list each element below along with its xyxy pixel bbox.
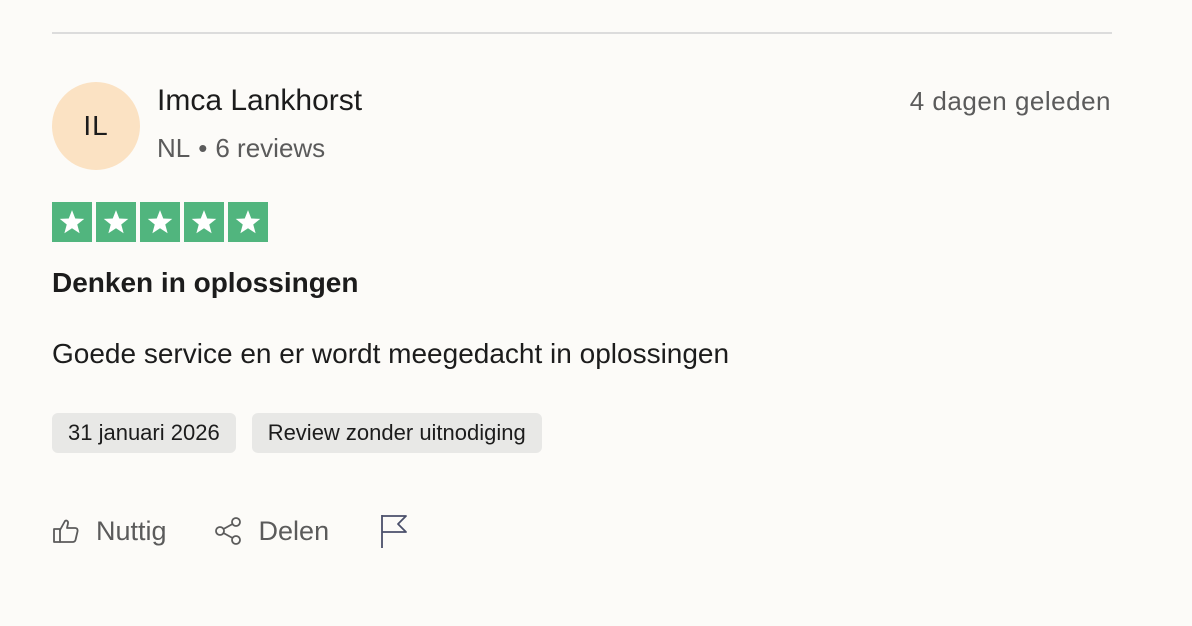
helpful-label: Nuttig [96,515,167,546]
star-icon [103,210,129,234]
review-date-tag: 31 januari 2026 [52,413,236,453]
avatar-initials: IL [83,110,109,141]
helpful-button[interactable]: Nuttig [52,516,167,547]
review-source-tag: Review zonder uitnodiging [251,413,542,453]
avatar[interactable]: IL [52,82,140,170]
star-4 [184,202,224,242]
star-icon [191,210,217,234]
review-actions: Nuttig Delen [52,513,425,549]
star-5 [228,202,268,242]
star-1 [52,202,92,242]
share-label: Delen [258,515,330,546]
review-tags: 31 januari 2026 Review zonder uitnodigin… [52,413,542,453]
meta-separator: • [198,133,208,163]
report-button[interactable] [379,513,425,549]
reviewer-name[interactable]: Imca Lankhorst [157,84,362,118]
top-divider [52,32,1112,34]
reviewer-meta: NL • 6 reviews [157,133,325,164]
review-body: Goede service en er wordt meegedacht in … [52,338,730,369]
star-icon [59,210,85,234]
star-rating [52,202,268,242]
star-2 [96,202,136,242]
share-button[interactable]: Delen [213,515,330,547]
review-card: IL Imca Lankhorst NL • 6 reviews 4 dagen g… [0,0,1192,626]
reviewer-country: NL [157,133,191,163]
share-icon [214,517,241,545]
star-3 [140,202,180,242]
reviewer-review-count: 6 reviews [215,133,326,163]
star-icon [147,210,173,234]
review-time-ago: 4 dagen geleden [909,86,1111,116]
star-icon [235,210,261,234]
flag-icon [381,515,407,548]
thumbs-up-icon [53,519,79,543]
review-title: Denken in oplossingen [52,267,359,298]
